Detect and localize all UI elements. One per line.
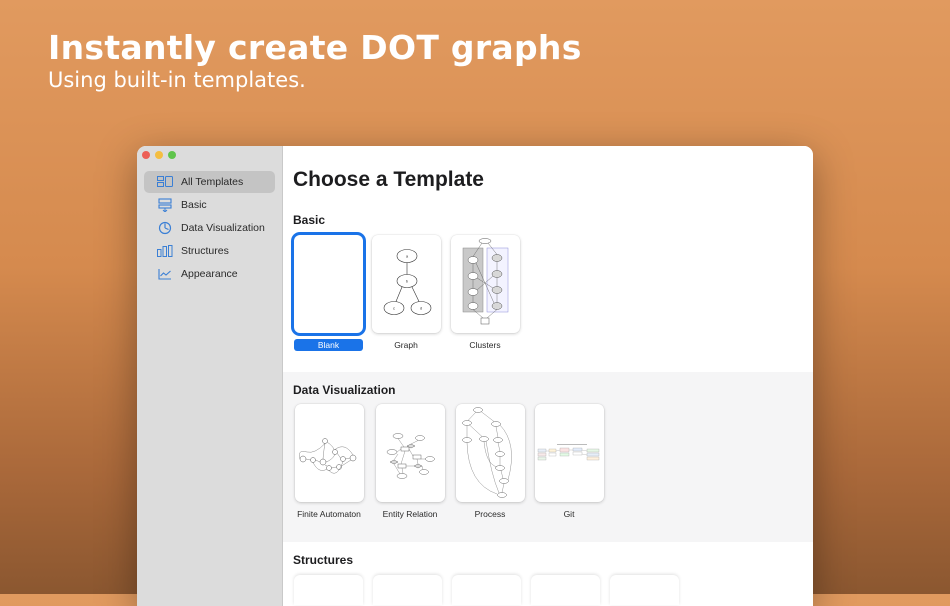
section-structures: Structures xyxy=(283,542,813,606)
template-label: Blank xyxy=(294,339,363,351)
template-tile-blank[interactable] xyxy=(294,235,363,333)
hero-subtitle: Using built-in templates. xyxy=(48,68,306,92)
sidebar-item-data-visualization[interactable]: Data Visualization xyxy=(144,217,275,239)
sidebar: All Templates Basic Data Visualization S… xyxy=(137,146,283,606)
graph-preview: a b c d xyxy=(383,249,432,315)
app-window: All Templates Basic Data Visualization S… xyxy=(137,146,813,606)
template-label: Finite Automaton xyxy=(297,509,361,519)
template-label: Process xyxy=(474,509,506,519)
graph-node-b: b xyxy=(406,279,409,284)
template-tile-entity-relation[interactable] xyxy=(376,404,445,502)
section-basic: Basic Blank a b c d Graph Clusters xyxy=(283,204,813,372)
clock-chart-icon xyxy=(157,221,173,235)
template-label: Graph xyxy=(394,340,418,350)
clusters-preview xyxy=(462,238,509,325)
sidebar-item-structures[interactable]: Structures xyxy=(144,240,275,262)
sidebar-item-label: Basic xyxy=(181,199,207,211)
page-title: Choose a Template xyxy=(293,168,484,191)
sidebar-item-label: Structures xyxy=(181,245,229,257)
hero-title: Instantly create DOT graphs xyxy=(48,28,582,67)
template-tile-git[interactable] xyxy=(535,404,604,502)
sidebar-item-basic[interactable]: Basic xyxy=(144,194,275,216)
template-tile[interactable] xyxy=(452,575,521,605)
structures-icon xyxy=(157,244,173,258)
graph-node-d: d xyxy=(420,306,422,311)
sidebar-item-label: Appearance xyxy=(181,268,238,280)
process-preview xyxy=(462,407,512,498)
template-gallery: Choose a Template Basic Blank a b c d Gr… xyxy=(283,146,813,606)
sidebar-item-appearance[interactable]: Appearance xyxy=(144,263,275,285)
finite-automaton-preview xyxy=(299,438,357,474)
sidebar-item-label: Data Visualization xyxy=(181,222,265,234)
template-tile-process[interactable] xyxy=(456,404,525,502)
template-tile[interactable] xyxy=(531,575,600,605)
template-tile[interactable] xyxy=(610,575,679,605)
graph-node-c: c xyxy=(393,306,395,311)
window-controls xyxy=(142,151,176,159)
close-window-button[interactable] xyxy=(142,151,150,159)
template-tile-clusters[interactable] xyxy=(451,235,520,333)
minimize-window-button[interactable] xyxy=(155,151,163,159)
template-label: Clusters xyxy=(469,340,501,350)
section-title: Structures xyxy=(293,553,354,567)
template-tile-finite-automaton[interactable] xyxy=(295,404,364,502)
template-tile[interactable] xyxy=(373,575,442,605)
section-title: Data Visualization xyxy=(293,383,396,397)
basic-icon xyxy=(157,198,173,212)
template-label: Git xyxy=(563,509,575,519)
git-preview xyxy=(537,444,600,461)
template-label: Entity Relation xyxy=(382,509,438,519)
sidebar-item-label: All Templates xyxy=(181,176,244,188)
section-title: Basic xyxy=(293,213,326,227)
entity-relation-preview xyxy=(386,433,435,479)
section-data-visualization: Data Visualization Finite Automaton Enti… xyxy=(283,372,813,542)
graph-node-a: a xyxy=(406,254,409,259)
all-templates-icon xyxy=(157,175,173,189)
template-tile-graph[interactable]: a b c d xyxy=(372,235,441,333)
line-chart-icon xyxy=(157,267,173,281)
template-tile[interactable] xyxy=(294,575,363,605)
sidebar-list: All Templates Basic Data Visualization S… xyxy=(144,171,275,286)
sidebar-item-all-templates[interactable]: All Templates xyxy=(144,171,275,193)
zoom-window-button[interactable] xyxy=(168,151,176,159)
